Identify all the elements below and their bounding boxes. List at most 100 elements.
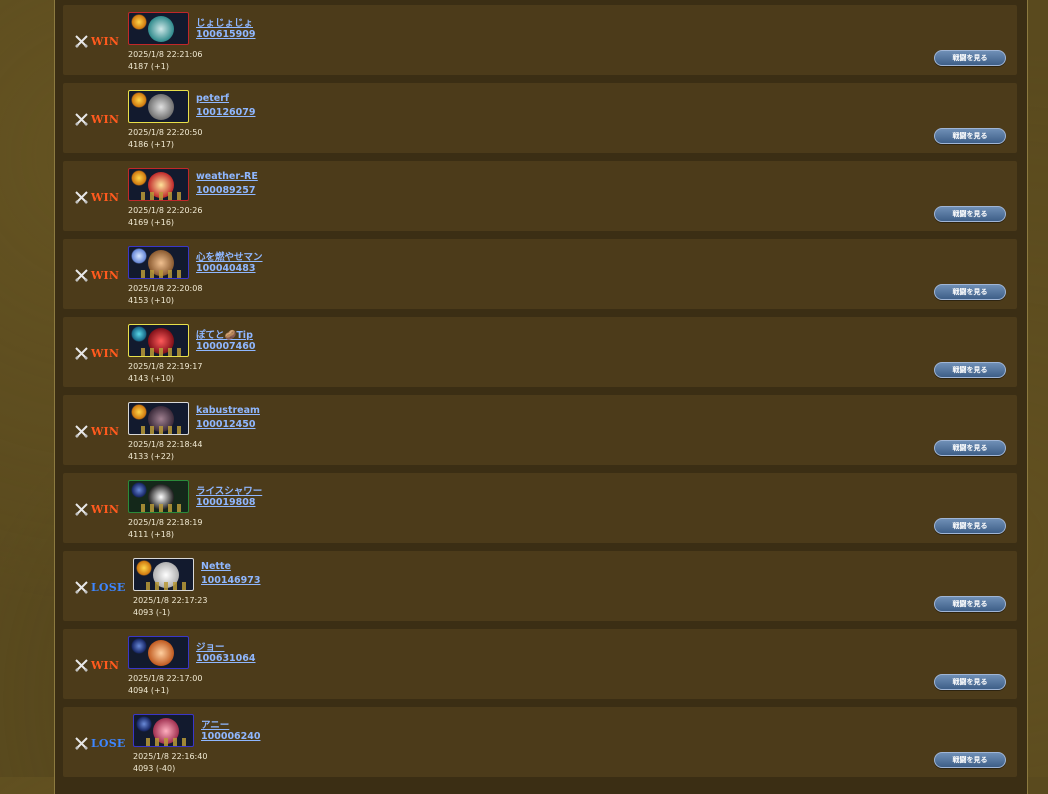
match-result: WIN (75, 34, 119, 48)
player-id-link[interactable]: 100019808 (196, 497, 256, 508)
match-row: WIN 心を燃やせマン 100040483 2025/1/8 22:20:08 … (63, 239, 1017, 309)
match-row: WIN じょじょじょ 100615909 2025/1/8 22:21:06 4… (63, 5, 1017, 75)
crossed-swords-icon (75, 502, 88, 516)
match-rating: 4169 (+16) (128, 218, 175, 227)
player-id-link[interactable]: 100040483 (196, 263, 256, 274)
player-id-link[interactable]: 100631064 (196, 653, 256, 664)
crossed-swords-icon (75, 34, 88, 48)
match-time: 2025/1/8 22:18:19 (128, 518, 203, 527)
match-result: WIN (75, 346, 119, 360)
player-name-link[interactable]: kabustream (196, 405, 260, 416)
result-label: WIN (91, 346, 120, 360)
crossed-swords-icon (75, 190, 88, 204)
view-battle-button[interactable]: 戦闘を見る (934, 128, 1006, 144)
player-name-link[interactable]: Nette (201, 561, 231, 572)
player-name-link[interactable]: peterf (196, 93, 229, 104)
crossed-swords-icon (75, 580, 88, 594)
result-label: WIN (91, 424, 120, 438)
view-battle-button[interactable]: 戦闘を見る (934, 596, 1006, 612)
rank-badge-icon (131, 14, 147, 30)
avatar[interactable] (128, 324, 189, 357)
avatar[interactable] (133, 558, 194, 591)
rank-badge-icon (131, 404, 147, 420)
match-rating: 4153 (+10) (128, 296, 175, 305)
player-id-link[interactable]: 100615909 (196, 29, 256, 40)
player-id-link[interactable]: 100126079 (196, 107, 256, 118)
crossed-swords-icon (75, 424, 88, 438)
rank-badge-icon (131, 638, 147, 654)
view-battle-button[interactable]: 戦闘を見る (934, 752, 1006, 768)
avatar[interactable] (128, 90, 189, 123)
decoration (141, 192, 185, 200)
match-time: 2025/1/8 22:20:08 (128, 284, 203, 293)
match-row: WIN weather-RE 100089257 2025/1/8 22:20:… (63, 161, 1017, 231)
crossed-swords-icon (75, 736, 88, 750)
decoration (141, 504, 185, 512)
result-label: WIN (91, 112, 120, 126)
view-battle-button[interactable]: 戦闘を見る (934, 674, 1006, 690)
character-portrait (148, 16, 174, 42)
avatar[interactable] (133, 714, 194, 747)
decoration (146, 582, 190, 590)
match-time: 2025/1/8 22:19:17 (128, 362, 203, 371)
match-row: LOSE アニー 100006240 2025/1/8 22:16:40 409… (63, 707, 1017, 777)
result-label: WIN (91, 34, 120, 48)
match-result: LOSE (75, 736, 125, 750)
player-id-link[interactable]: 100089257 (196, 185, 256, 196)
match-time: 2025/1/8 22:18:44 (128, 440, 203, 449)
rank-badge-icon (131, 326, 147, 342)
result-label: WIN (91, 190, 120, 204)
match-rating: 4186 (+17) (128, 140, 175, 149)
player-name-link[interactable]: ライスシャワー (196, 483, 262, 497)
match-time: 2025/1/8 22:17:00 (128, 674, 203, 683)
player-name-link[interactable]: じょじょじょ (196, 15, 253, 29)
rank-badge-icon (136, 560, 152, 576)
match-row: WIN ライスシャワー 100019808 2025/1/8 22:18:19 … (63, 473, 1017, 543)
rank-badge-icon (131, 248, 147, 264)
player-name-link[interactable]: ぽてと🥔Tip (196, 327, 253, 341)
player-id-link[interactable]: 100012450 (196, 419, 256, 430)
crossed-swords-icon (75, 268, 88, 282)
avatar[interactable] (128, 636, 189, 669)
avatar[interactable] (128, 168, 189, 201)
match-rating: 4133 (+22) (128, 452, 175, 461)
view-battle-button[interactable]: 戦闘を見る (934, 440, 1006, 456)
match-rating: 4093 (-40) (133, 764, 176, 773)
view-battle-button[interactable]: 戦闘を見る (934, 362, 1006, 378)
view-battle-button[interactable]: 戦闘を見る (934, 518, 1006, 534)
decoration (146, 738, 190, 746)
match-rating: 4111 (+18) (128, 530, 175, 539)
player-name-link[interactable]: ジョー (196, 639, 225, 653)
avatar[interactable] (128, 12, 189, 45)
match-time: 2025/1/8 22:21:06 (128, 50, 203, 59)
view-battle-button[interactable]: 戦闘を見る (934, 284, 1006, 300)
avatar[interactable] (128, 402, 189, 435)
match-result: WIN (75, 658, 119, 672)
rank-badge-icon (131, 92, 147, 108)
player-id-link[interactable]: 100007460 (196, 341, 256, 352)
result-label: WIN (91, 658, 120, 672)
view-battle-button[interactable]: 戦闘を見る (934, 50, 1006, 66)
result-label: WIN (91, 502, 120, 516)
crossed-swords-icon (75, 658, 88, 672)
character-portrait (148, 640, 174, 666)
decoration (141, 270, 185, 278)
match-row: WIN ぽてと🥔Tip 100007460 2025/1/8 22:19:17 … (63, 317, 1017, 387)
view-battle-button[interactable]: 戦闘を見る (934, 206, 1006, 222)
result-label: LOSE (91, 580, 126, 594)
rank-badge-icon (131, 170, 147, 186)
match-row: WIN kabustream 100012450 2025/1/8 22:18:… (63, 395, 1017, 465)
match-row: WIN peterf 100126079 2025/1/8 22:20:50 4… (63, 83, 1017, 153)
player-name-link[interactable]: weather-RE (196, 171, 258, 182)
match-rating: 4093 (-1) (133, 608, 171, 617)
player-id-link[interactable]: 100006240 (201, 731, 261, 742)
player-name-link[interactable]: アニー (201, 717, 229, 731)
match-result: WIN (75, 268, 119, 282)
avatar[interactable] (128, 246, 189, 279)
avatar[interactable] (128, 480, 189, 513)
result-label: LOSE (91, 736, 126, 750)
player-id-link[interactable]: 100146973 (201, 575, 261, 586)
rank-badge-icon (136, 716, 152, 732)
decoration (141, 348, 185, 356)
player-name-link[interactable]: 心を燃やせマン (196, 249, 263, 263)
